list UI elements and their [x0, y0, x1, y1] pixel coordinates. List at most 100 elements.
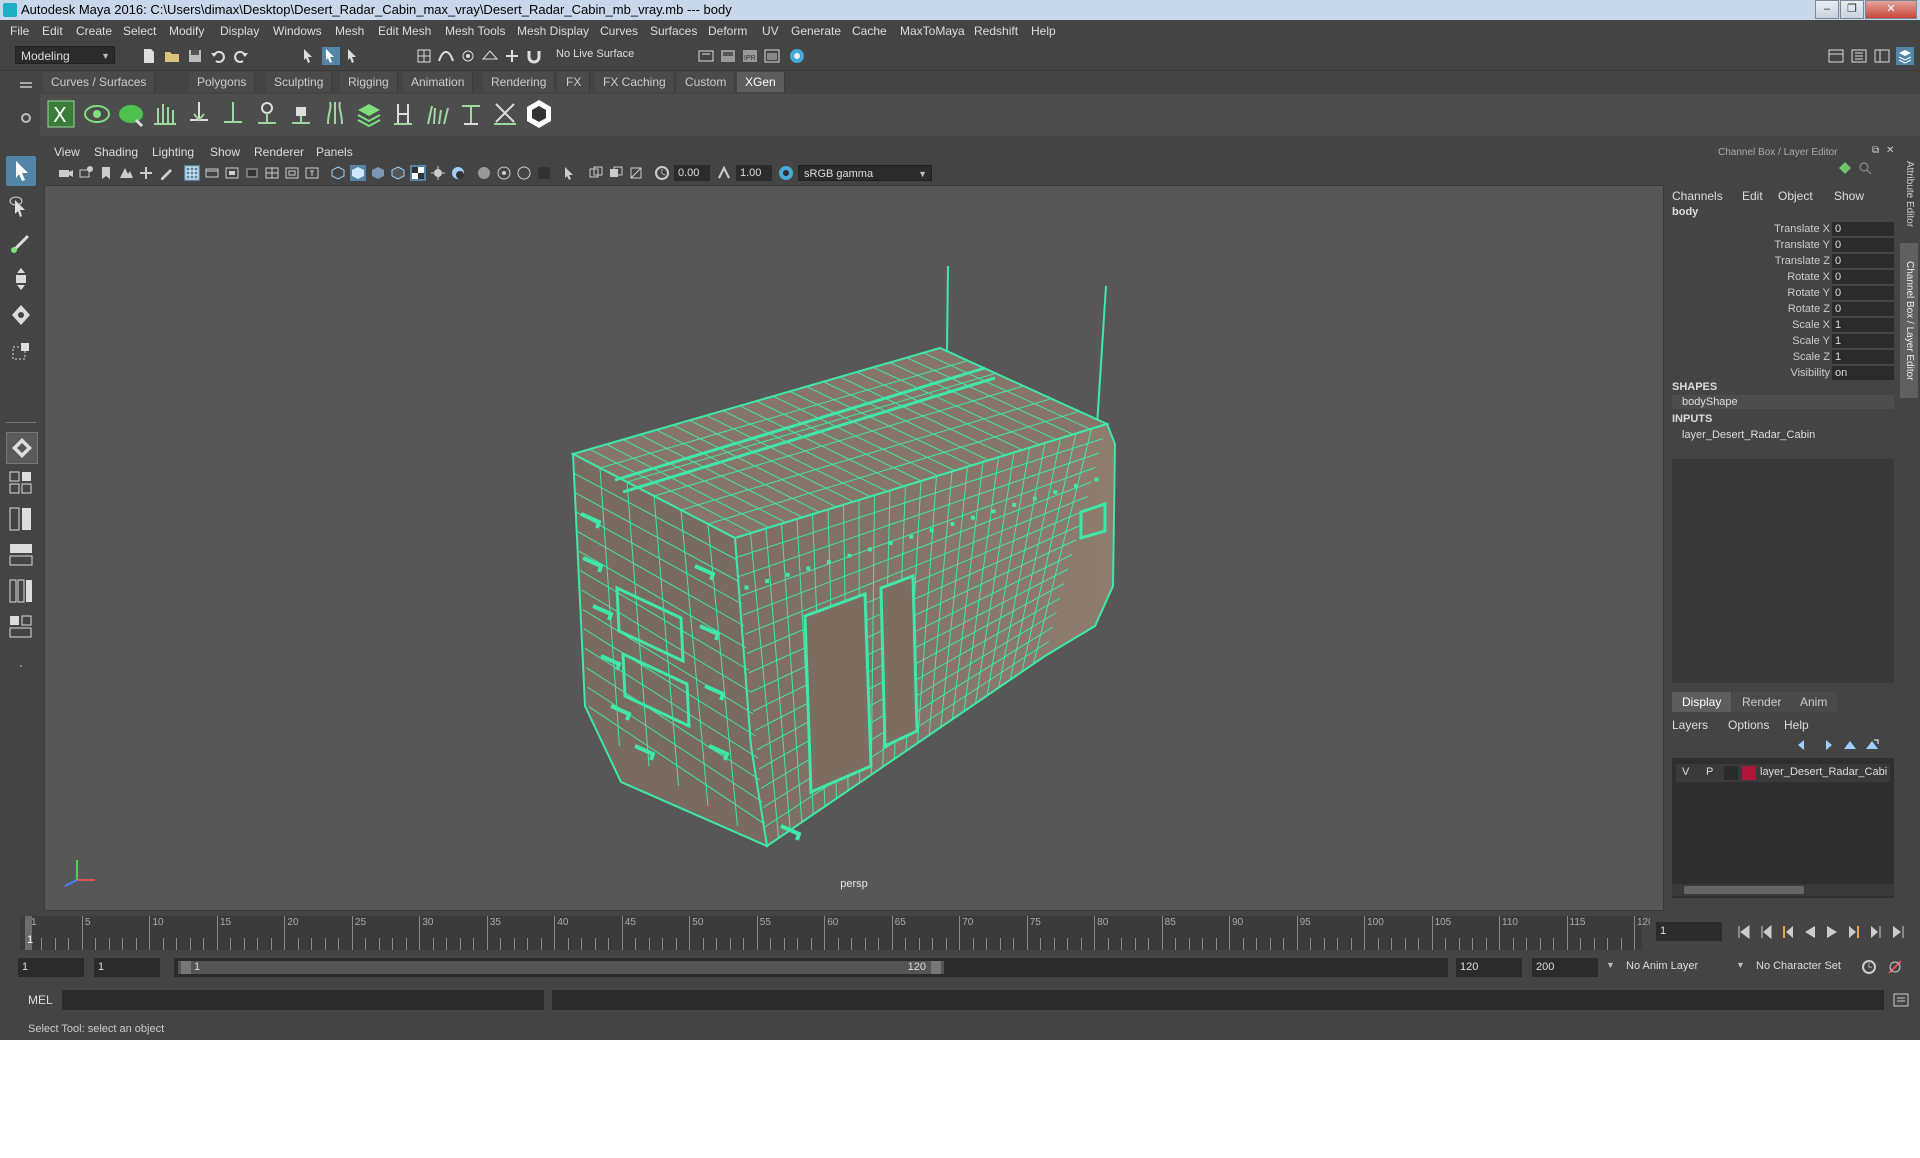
move-layer-down-icon[interactable]: [1818, 738, 1834, 752]
ipr-render-icon[interactable]: IPR: [741, 47, 759, 65]
shelf-menu-icon[interactable]: [20, 82, 32, 84]
layer-playback-toggle[interactable]: P: [1706, 766, 1713, 778]
snap-to-view-plane-icon[interactable]: [481, 47, 499, 65]
menu-generate[interactable]: Generate: [791, 24, 841, 38]
cabin-wireframe-model[interactable]: [45, 186, 1663, 910]
safe-title-icon[interactable]: [304, 165, 320, 181]
layout-persp-outliner-button[interactable]: [6, 612, 36, 642]
make-live-icon[interactable]: [503, 47, 521, 65]
tab-fx[interactable]: FX: [558, 72, 591, 92]
attr-field-visibility[interactable]: on: [1832, 366, 1894, 380]
rotate-tool-button[interactable]: [6, 300, 36, 330]
script-editor-icon[interactable]: [1892, 992, 1910, 1008]
attr-field-translate-x[interactable]: 0: [1832, 222, 1894, 236]
channel-box-toggle-icon[interactable]: [1896, 47, 1914, 65]
character-set-selector[interactable]: No Character Set: [1756, 960, 1841, 972]
grid-toggle-icon[interactable]: [184, 165, 200, 181]
step-back-key-icon[interactable]: [1780, 924, 1796, 940]
range-end-grip[interactable]: [931, 961, 941, 974]
xgen-cut-tool-icon[interactable]: [490, 98, 520, 130]
xray-joints-icon[interactable]: [628, 165, 644, 181]
menu-modify[interactable]: Modify: [169, 24, 204, 38]
show-manipulator-tool-button[interactable]: [6, 432, 38, 464]
range-slider-track[interactable]: [948, 958, 1448, 977]
select-by-object-icon[interactable]: [322, 47, 340, 65]
viewport-menu-shading[interactable]: Shading: [94, 145, 138, 159]
cb-menu-show[interactable]: Show: [1834, 189, 1864, 203]
attr-field-scale-x[interactable]: 1: [1832, 318, 1894, 332]
attr-field-translate-y[interactable]: 0: [1832, 238, 1894, 252]
shadows-icon[interactable]: [450, 165, 466, 181]
open-scene-icon[interactable]: [163, 47, 181, 65]
gamma-icon[interactable]: [716, 165, 732, 181]
tab-render[interactable]: Render: [1732, 692, 1792, 712]
play-backward-icon[interactable]: [1802, 924, 1818, 940]
tab-curves-surfaces[interactable]: Curves / Surfaces: [43, 72, 156, 92]
layer-visibility-toggle[interactable]: V: [1682, 766, 1689, 778]
attr-field-translate-z[interactable]: 0: [1832, 254, 1894, 268]
xgen-hexagon-icon[interactable]: [524, 98, 554, 130]
auto-key-icon[interactable]: [1860, 958, 1878, 976]
select-by-component-icon[interactable]: [344, 47, 362, 65]
xgen-preview-icon[interactable]: [82, 98, 112, 130]
default-material-icon[interactable]: [370, 165, 386, 181]
menu-create[interactable]: Create: [76, 24, 112, 38]
wireframe-shading-icon[interactable]: [330, 165, 346, 181]
go-to-end-icon[interactable]: [1890, 924, 1906, 940]
live-surface-label[interactable]: No Live Surface: [556, 48, 634, 60]
layer-menu-help[interactable]: Help: [1784, 718, 1809, 732]
current-frame-field[interactable]: 1: [1656, 922, 1722, 941]
xgen-layers-icon[interactable]: [354, 98, 384, 130]
xgen-add-guide-icon[interactable]: [218, 98, 248, 130]
shape-row[interactable]: bodyShape: [1672, 395, 1894, 409]
image-plane-icon[interactable]: [118, 165, 134, 181]
menu-surfaces[interactable]: Surfaces: [650, 24, 697, 38]
perspective-viewport[interactable]: [44, 185, 1664, 911]
cb-menu-object[interactable]: Object: [1778, 189, 1813, 203]
tab-rigging[interactable]: Rigging: [340, 72, 398, 92]
modeling-toolkit-icon[interactable]: [1827, 47, 1845, 65]
tab-attribute-editor[interactable]: Attribute Editor: [1900, 149, 1918, 239]
layer-menu-layers[interactable]: Layers: [1672, 718, 1708, 732]
menu-windows[interactable]: Windows: [273, 24, 322, 38]
tab-custom[interactable]: Custom: [677, 72, 736, 92]
attr-field-rotate-y[interactable]: 0: [1832, 286, 1894, 300]
layout-single-pane-button[interactable]: [6, 468, 36, 498]
new-layer-icon[interactable]: [1842, 738, 1858, 752]
camera-attributes-icon[interactable]: [78, 165, 94, 181]
range-slider[interactable]: 1 120: [174, 958, 948, 977]
xgen-editor-icon[interactable]: X: [46, 98, 76, 130]
viewport-menu-lighting[interactable]: Lighting: [152, 145, 194, 159]
input-node-name[interactable]: layer_Desert_Radar_Cabin: [1682, 429, 1815, 441]
step-forward-key-icon[interactable]: [1846, 924, 1862, 940]
xgen-place-guides-icon[interactable]: [184, 98, 214, 130]
tab-channel-box-layer-editor[interactable]: Channel Box / Layer Editor: [1900, 243, 1918, 398]
tool-settings-toggle-icon[interactable]: [1873, 47, 1891, 65]
xgen-create-description-icon[interactable]: [116, 98, 146, 130]
command-language-label[interactable]: MEL: [28, 993, 53, 1007]
xgen-sculpt-guides-icon[interactable]: [252, 98, 282, 130]
xgen-lock-guides-icon[interactable]: [286, 98, 316, 130]
motion-blur-icon[interactable]: [496, 165, 512, 181]
select-by-hierarchy-icon[interactable]: [300, 47, 318, 65]
tab-anim[interactable]: Anim: [1790, 692, 1838, 712]
depth-of-field-icon[interactable]: [536, 165, 552, 181]
isolate-select-icon[interactable]: [562, 165, 578, 181]
command-input[interactable]: [62, 990, 544, 1010]
xgen-interactive-groom-icon[interactable]: [456, 98, 486, 130]
menu-file[interactable]: File: [10, 24, 29, 38]
close-button[interactable]: ✕: [1865, 0, 1917, 19]
layer-menu-options[interactable]: Options: [1728, 718, 1769, 732]
wireframe-on-shaded-icon[interactable]: [390, 165, 406, 181]
close-panel-icon[interactable]: ✕: [1886, 145, 1894, 156]
attr-field-scale-y[interactable]: 1: [1832, 334, 1894, 348]
field-chart-icon[interactable]: [264, 165, 280, 181]
playback-start-field[interactable]: 1: [94, 958, 160, 977]
redo-icon[interactable]: [232, 47, 250, 65]
range-start-grip[interactable]: [181, 961, 191, 974]
grease-pencil-icon[interactable]: [158, 165, 174, 181]
film-gate-icon[interactable]: [204, 165, 220, 181]
tab-fx-caching[interactable]: FX Caching: [595, 72, 675, 92]
resolution-gate-icon[interactable]: [224, 165, 240, 181]
attr-field-scale-z[interactable]: 1: [1832, 350, 1894, 364]
